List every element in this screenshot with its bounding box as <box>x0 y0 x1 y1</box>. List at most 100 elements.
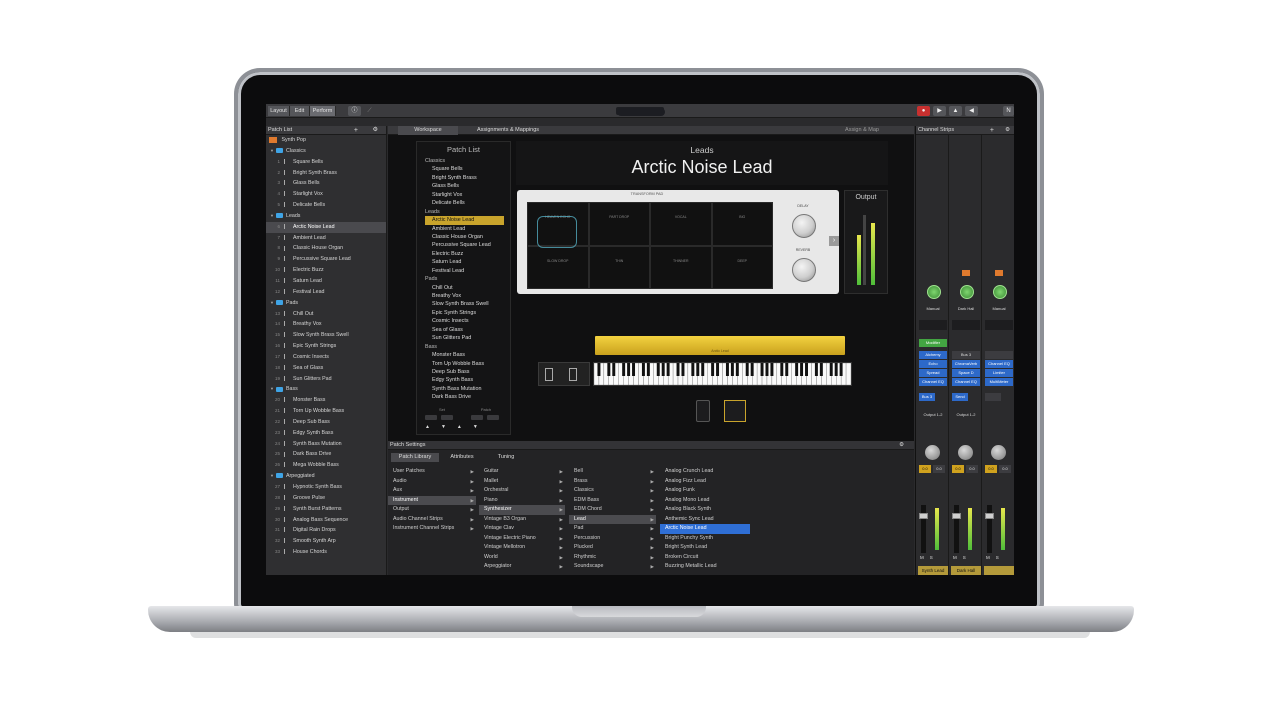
patch-list-item[interactable]: Arctic Noise Lead <box>425 216 504 225</box>
mode-perform-button[interactable]: Perform <box>310 106 336 116</box>
pad-cell[interactable]: VOCAL <box>650 202 712 246</box>
set-folder-row[interactable]: ▼ Pads <box>266 298 386 309</box>
patch-list-item[interactable]: Glass Bells <box>417 182 510 190</box>
black-key[interactable] <box>656 363 660 376</box>
patch-row[interactable]: 6 Arctic Noise Lead <box>266 221 386 233</box>
gear-icon[interactable]: ⚙ <box>1005 126 1010 135</box>
play-button[interactable]: ▶ <box>933 106 946 116</box>
mute-solo-buttons[interactable]: MS <box>920 555 939 560</box>
setting-label[interactable]: Manual <box>919 305 947 313</box>
library-item[interactable]: Vintage B3 Organ ▶ <box>479 515 565 525</box>
add-patch-icon[interactable]: + <box>354 126 358 135</box>
patch-list-item[interactable]: Classic House Organ <box>417 233 510 241</box>
patch-list-item[interactable]: Synth Bass Mutation <box>417 385 510 393</box>
patch-row[interactable]: 10 Electric Buzz <box>266 265 386 276</box>
patch-row[interactable]: 7 Ambient Lead <box>266 233 386 244</box>
patch-row[interactable]: 11 Saturn Lead <box>266 276 386 287</box>
plugin-slot[interactable]: Channel EQ <box>952 378 980 386</box>
library-item[interactable]: Bell ▶ <box>569 467 656 477</box>
info-button[interactable]: ⓘ <box>348 106 361 116</box>
patch-list-item[interactable]: Sea of Glass <box>417 326 510 334</box>
patch-list-item[interactable]: Festival Lead <box>417 267 510 275</box>
plugin-slot[interactable]: Channel EQ <box>985 360 1013 368</box>
patch-list-item[interactable]: Breathy Vox <box>417 292 510 300</box>
black-key[interactable] <box>711 363 715 376</box>
more-button[interactable]: N <box>1003 106 1014 116</box>
patch-list-item[interactable]: Epic Synth Strings <box>417 309 510 317</box>
black-key[interactable] <box>750 363 754 376</box>
black-key[interactable] <box>745 363 749 376</box>
output-slot[interactable] <box>985 411 1013 419</box>
library-item[interactable]: Audio Channel Strips ▶ <box>388 515 476 525</box>
input-gain-knob[interactable] <box>960 285 974 299</box>
patch-row[interactable]: 21 Torn Up Wobble Bass <box>266 406 386 417</box>
black-key[interactable] <box>730 363 734 376</box>
black-key[interactable] <box>627 363 631 376</box>
add-strip-icon[interactable]: + <box>990 126 994 135</box>
library-item[interactable]: Soundscape ▶ <box>569 562 656 572</box>
patch-list-item[interactable]: Slow Synth Brass Swell <box>417 300 510 308</box>
volume-fader-cap[interactable] <box>985 513 994 519</box>
library-item[interactable]: Anthemic Sync Lead <box>660 515 750 525</box>
black-key[interactable] <box>814 363 818 376</box>
patch-row[interactable]: 24 Synth Bass Mutation <box>266 439 386 450</box>
mute-solo-buttons[interactable]: MS <box>953 555 972 560</box>
black-key[interactable] <box>765 363 769 376</box>
patch-row[interactable]: 29 Synth Burst Patterns <box>266 504 386 515</box>
eq-thumbnail[interactable] <box>952 320 980 330</box>
mode-layout-button[interactable]: Layout <box>268 106 290 116</box>
patch-row[interactable]: 15 Slow Synth Brass Swell <box>266 330 386 341</box>
library-item[interactable]: Bright Synth Lead <box>660 543 750 553</box>
black-key[interactable] <box>795 363 799 376</box>
patch-list-item[interactable]: Percussive Square Lead <box>417 241 510 249</box>
patch-row[interactable]: 9 Percussive Square Lead <box>266 254 386 265</box>
library-item[interactable]: Vintage Clav ▶ <box>479 524 565 534</box>
patch-row[interactable]: 19 Sun Glitters Pad <box>266 374 386 385</box>
library-item[interactable]: Buzzing Metallic Lead <box>660 562 750 572</box>
plugin-slot[interactable]: Channel EQ <box>919 378 947 386</box>
patch-row[interactable]: 16 Epic Synth Strings <box>266 341 386 352</box>
send-slot[interactable]: Send <box>952 393 968 401</box>
setting-label[interactable]: Dark Hall <box>952 305 980 313</box>
library-item[interactable]: Bright Punchy Synth <box>660 534 750 544</box>
tab-tuning[interactable]: Tuning <box>486 453 526 462</box>
library-item[interactable]: EDM Chord ▶ <box>569 505 656 515</box>
input-gain-knob[interactable] <box>993 285 1007 299</box>
patch-row[interactable]: 30 Analog Bass Sequence <box>266 515 386 526</box>
plugin-slot[interactable]: Alchemy <box>919 351 947 359</box>
library-item[interactable]: Vintage Mellotron ▶ <box>479 543 565 553</box>
patch-list-item[interactable]: Torn Up Wobble Bass <box>417 360 510 368</box>
sustain-pedal[interactable] <box>696 400 710 422</box>
keyboard[interactable] <box>593 362 852 386</box>
black-key[interactable] <box>691 363 695 376</box>
plugin-slot[interactable]: Space D <box>952 369 980 377</box>
plugin-slot[interactable]: Spread <box>919 369 947 377</box>
library-item[interactable]: Brass ▶ <box>569 477 656 487</box>
library-item[interactable]: Vintage Electric Piano ▶ <box>479 534 565 544</box>
patch-up-button[interactable] <box>471 415 483 420</box>
eq-thumbnail[interactable] <box>919 320 947 330</box>
library-item[interactable]: User Patches ▶ <box>388 467 476 477</box>
black-key[interactable] <box>735 363 739 376</box>
patch-row[interactable]: 26 Mega Wobble Bass <box>266 460 386 471</box>
patch-list-item[interactable]: Starlight Vox <box>417 191 510 199</box>
white-key[interactable] <box>845 362 852 386</box>
pan-knob[interactable] <box>991 445 1006 460</box>
patch-list-item[interactable]: Cosmic Insects <box>417 317 510 325</box>
library-item[interactable]: Mallet ▶ <box>479 477 565 487</box>
library-item[interactable]: Percussion ▶ <box>569 534 656 544</box>
library-item[interactable]: Piano ▶ <box>479 496 565 506</box>
set-folder-row[interactable]: ▼ Classics <box>266 146 386 157</box>
library-item[interactable]: Analog Mono Lead <box>660 496 750 506</box>
library-item[interactable]: Arpeggiator ▶ <box>479 562 565 572</box>
patch-row[interactable]: 28 Groove Pulse <box>266 493 386 504</box>
library-item[interactable]: Classics ▶ <box>569 486 656 496</box>
set-folder-row[interactable]: ▼ Bass <box>266 384 386 395</box>
library-item[interactable]: Plucked ▶ <box>569 543 656 553</box>
output-fader[interactable] <box>863 215 866 285</box>
black-key[interactable] <box>800 363 804 376</box>
patch-row[interactable]: 25 Dark Bass Drive <box>266 449 386 460</box>
library-item[interactable]: Synthesizer ▶ <box>479 505 565 515</box>
patch-list-item[interactable]: Bright Synth Brass <box>417 174 510 182</box>
plugin-slot[interactable]: Echo <box>919 360 947 368</box>
